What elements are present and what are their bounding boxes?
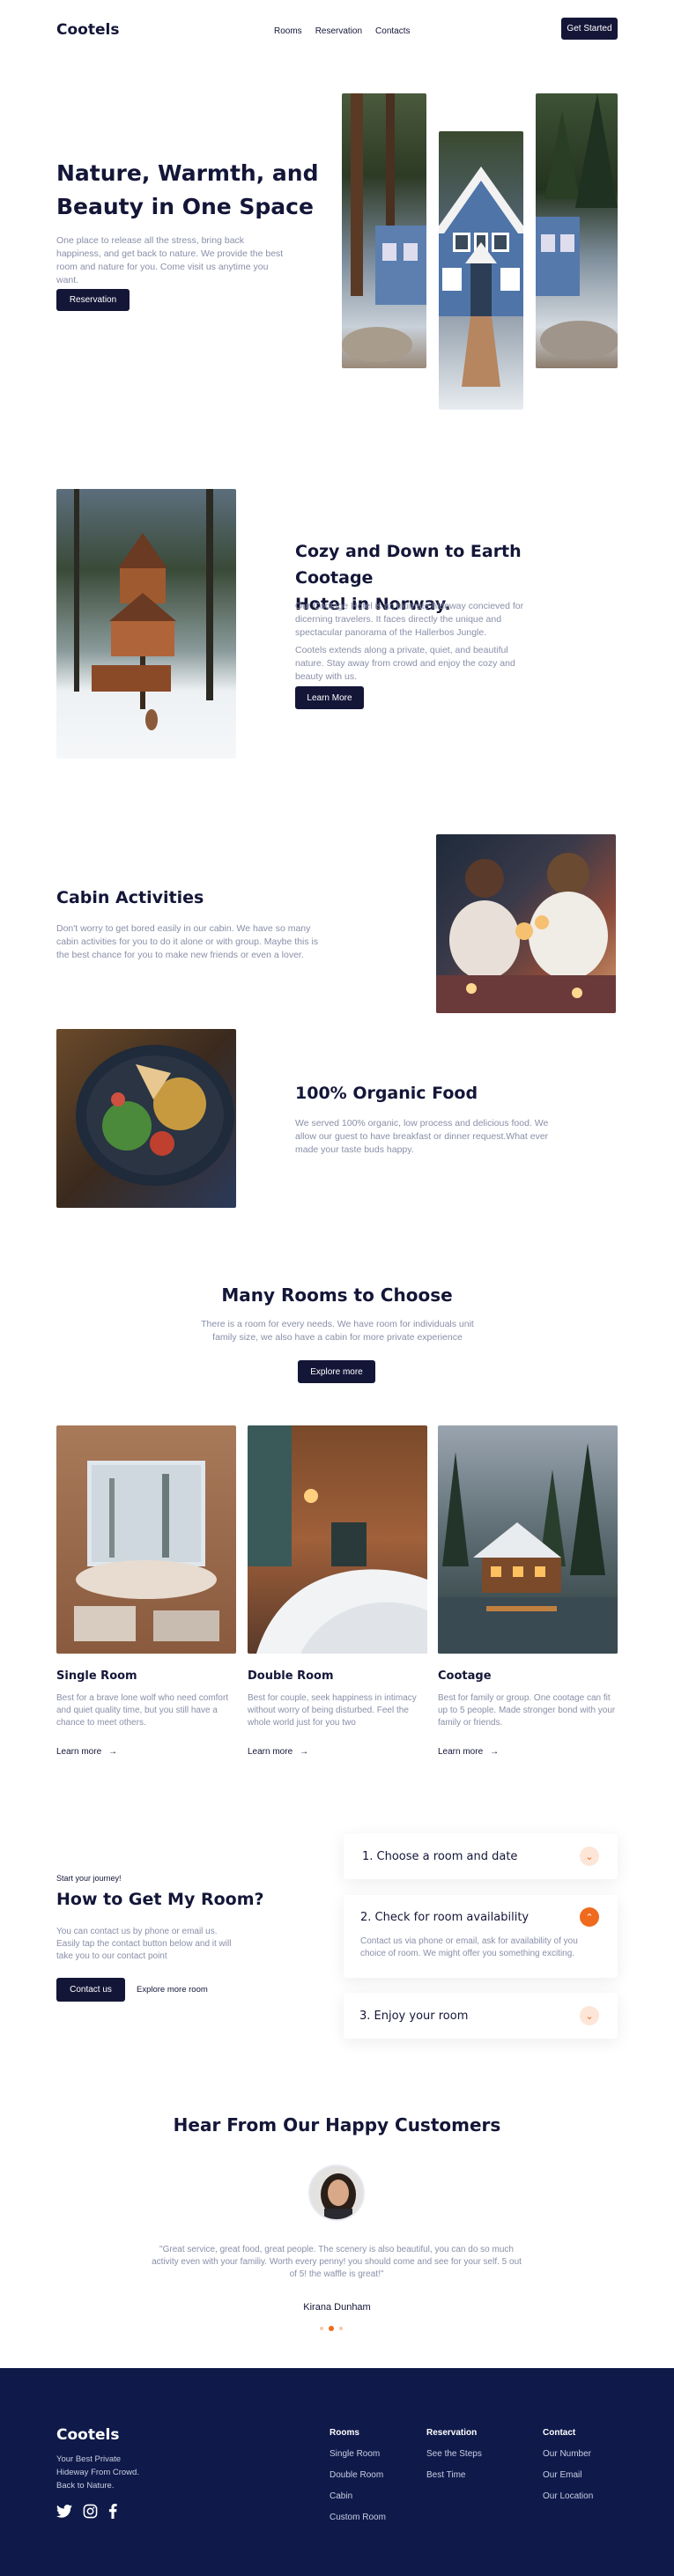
step-2-title: 2. Check for room availability bbox=[360, 1911, 530, 1924]
avatar bbox=[308, 2165, 365, 2221]
footer-link-see-steps[interactable]: See the Steps bbox=[426, 2449, 482, 2459]
room-desc-double: Best for couple, seek happiness in intim… bbox=[248, 1693, 417, 1728]
footer-col-rooms: Single Room Double Room Cabin Custom Roo… bbox=[330, 2449, 386, 2522]
facebook-icon[interactable] bbox=[108, 2504, 117, 2523]
footer-col-reservation: See the Steps Best Time bbox=[426, 2449, 482, 2480]
howto-text: You can contact us by phone or email us.… bbox=[56, 1927, 232, 1961]
hero-image-left bbox=[342, 93, 426, 368]
rooms-text: There is a room for every needs. We have… bbox=[201, 1319, 474, 1343]
reservation-button[interactable]: Reservation bbox=[56, 289, 130, 311]
room-name-cootage: Cootage bbox=[438, 1669, 492, 1683]
footer-col-contact: Our Number Our Email Our Location bbox=[543, 2449, 593, 2501]
room-link-single[interactable]: Learn more → bbox=[56, 1747, 117, 1757]
howto-eyebrow: Start your journey! bbox=[56, 1874, 122, 1883]
room-desc-single: Best for a brave lone wolf who need comf… bbox=[56, 1693, 229, 1728]
hero-title: Nature, Warmth, and Beauty in One Space bbox=[56, 160, 319, 219]
room-desc-cootage: Best for family or group. One cootage ca… bbox=[438, 1693, 616, 1728]
chevron-up-icon[interactable]: ⌃ bbox=[580, 1907, 599, 1927]
footer-tagline: Your Best Private Hideway From Crowd. Ba… bbox=[56, 2454, 139, 2491]
hero-text: One place to release all the stress, bri… bbox=[56, 235, 284, 285]
learn-more-button[interactable]: Learn More bbox=[295, 686, 364, 709]
room-name-double: Double Room bbox=[248, 1669, 334, 1683]
food-image bbox=[56, 1029, 236, 1208]
footer-col-rooms-title: Rooms bbox=[330, 2428, 359, 2438]
footer-col-reservation-title: Reservation bbox=[426, 2428, 478, 2438]
activities-title: Cabin Activities bbox=[56, 888, 204, 907]
nav-rooms[interactable]: Rooms bbox=[274, 26, 302, 36]
step-2-body: Contact us via phone or email, ask for a… bbox=[360, 1936, 578, 1958]
rooms-title: Many Rooms to Choose bbox=[221, 1284, 453, 1306]
step-3[interactable]: 3. Enjoy your room ⌄ bbox=[344, 1993, 618, 2039]
about-text-2: Cootels extends along a private, quiet, … bbox=[295, 645, 515, 682]
explore-more-room-link[interactable]: Explore more room bbox=[137, 1985, 208, 1995]
contact-us-button[interactable]: Contact us bbox=[56, 1978, 125, 2002]
activities-text: Don't worry to get bored easily in our c… bbox=[56, 923, 319, 960]
footer-link-custom-room[interactable]: Custom Room bbox=[330, 2513, 386, 2522]
testimonial-quote: "Great service, great food, great people… bbox=[152, 2245, 522, 2279]
treehouse-image bbox=[56, 489, 236, 759]
room-image-single[interactable] bbox=[56, 1425, 236, 1654]
arrow-right-icon: → bbox=[300, 1747, 309, 1757]
chevron-down-icon[interactable]: ⌄ bbox=[580, 2006, 599, 2025]
chevron-down-icon[interactable]: ⌄ bbox=[580, 1847, 599, 1866]
room-link-cootage[interactable]: Learn more → bbox=[438, 1747, 499, 1757]
social-links bbox=[56, 2504, 117, 2523]
food-text: We served 100% organic, low process and … bbox=[295, 1118, 549, 1155]
step-3-title: 3. Enjoy your room bbox=[359, 2010, 469, 2023]
hero-image-right bbox=[536, 93, 618, 368]
footer-col-contact-title: Contact bbox=[543, 2428, 576, 2438]
howto-title: How to Get My Room? bbox=[56, 1890, 264, 1909]
activities-image bbox=[436, 834, 616, 1013]
arrow-right-icon: → bbox=[108, 1747, 118, 1757]
about-text-1: Our Cootage Hotel is an intimate hideway… bbox=[295, 601, 524, 638]
footer: Cootels Your Best Private Hideway From C… bbox=[0, 2368, 674, 2576]
footer-link-our-number[interactable]: Our Number bbox=[543, 2449, 593, 2459]
get-started-button[interactable]: Get Started bbox=[561, 18, 618, 40]
step-1-title: 1. Choose a room and date bbox=[362, 1850, 518, 1863]
step-2[interactable]: 2. Check for room availability ⌃ Contact… bbox=[344, 1895, 618, 1978]
footer-link-our-location[interactable]: Our Location bbox=[543, 2491, 593, 2501]
footer-link-our-email[interactable]: Our Email bbox=[543, 2470, 593, 2480]
footer-link-single-room[interactable]: Single Room bbox=[330, 2449, 386, 2459]
room-image-double[interactable] bbox=[248, 1425, 427, 1654]
footer-logo[interactable]: Cootels bbox=[56, 2426, 119, 2444]
carousel-dots bbox=[320, 2326, 343, 2331]
explore-more-button[interactable]: Explore more bbox=[298, 1360, 375, 1383]
testimonial-title: Hear From Our Happy Customers bbox=[173, 2114, 501, 2136]
step-1[interactable]: 1. Choose a room and date ⌄ bbox=[344, 1833, 618, 1879]
logo[interactable]: Cootels bbox=[56, 21, 119, 39]
carousel-dot[interactable] bbox=[339, 2327, 343, 2330]
hero-image-center bbox=[439, 131, 523, 410]
room-name-single: Single Room bbox=[56, 1669, 137, 1683]
instagram-icon[interactable] bbox=[83, 2504, 98, 2523]
footer-link-double-room[interactable]: Double Room bbox=[330, 2470, 386, 2480]
nav-reservation[interactable]: Reservation bbox=[315, 26, 362, 36]
twitter-icon[interactable] bbox=[56, 2505, 72, 2522]
footer-link-best-time[interactable]: Best Time bbox=[426, 2470, 482, 2480]
food-title: 100% Organic Food bbox=[295, 1084, 478, 1103]
main-nav: Rooms Reservation Contacts bbox=[274, 26, 411, 36]
arrow-right-icon: → bbox=[490, 1747, 500, 1757]
footer-link-cabin[interactable]: Cabin bbox=[330, 2491, 386, 2501]
nav-contacts[interactable]: Contacts bbox=[375, 26, 410, 36]
carousel-dot-active[interactable] bbox=[329, 2326, 334, 2331]
room-image-cootage[interactable] bbox=[438, 1425, 618, 1654]
room-link-double[interactable]: Learn more → bbox=[248, 1747, 308, 1757]
carousel-dot[interactable] bbox=[320, 2327, 323, 2330]
customer-name: Kirana Dunham bbox=[303, 2302, 371, 2313]
